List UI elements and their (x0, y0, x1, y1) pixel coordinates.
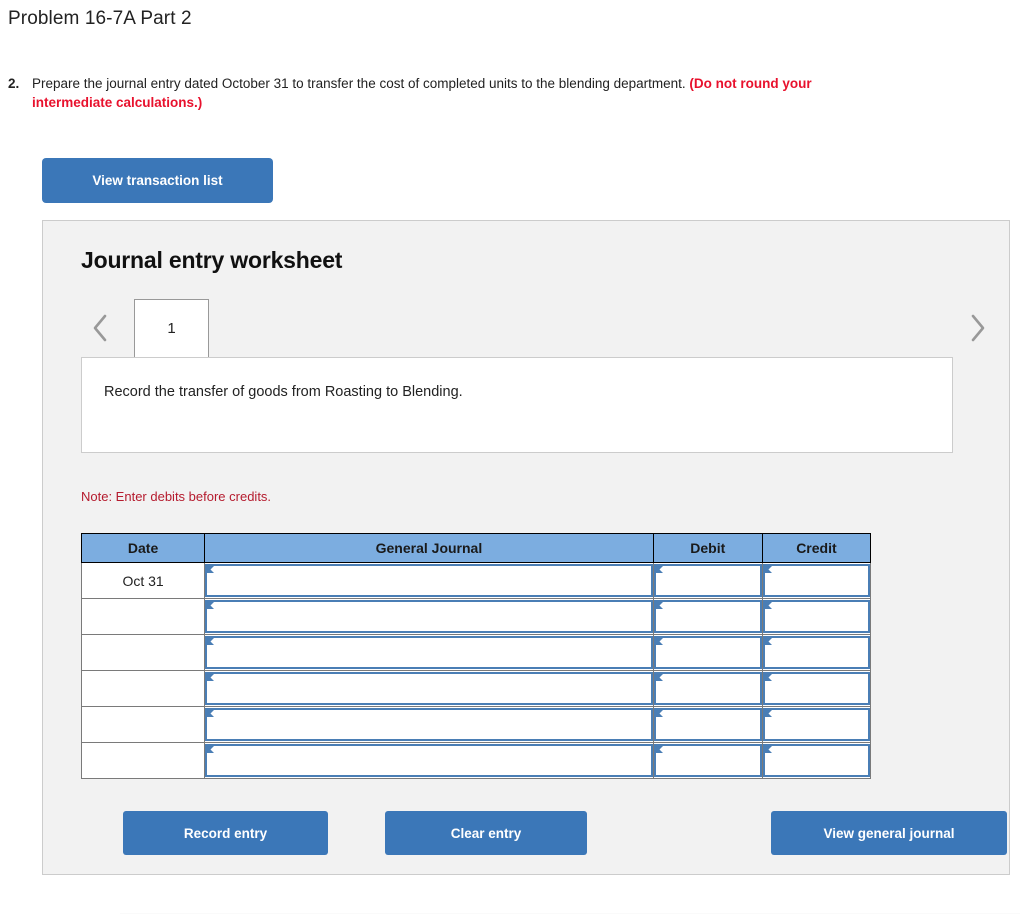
chevron-right-icon[interactable] (965, 309, 991, 347)
column-header-credit: Credit (761, 533, 872, 563)
question-body: Prepare the journal entry dated October … (32, 76, 690, 91)
column-header-debit: Debit (652, 533, 763, 563)
date-cell[interactable] (80, 670, 206, 707)
transaction-description-text: Record the transfer of goods from Roasti… (104, 384, 463, 400)
table-row (80, 706, 872, 743)
journal-entry-worksheet-panel: Journal entry worksheet 1 Record the tra… (42, 220, 1010, 875)
general-journal-input[interactable] (205, 600, 653, 633)
table-header-row: Date General Journal Debit Credit (80, 533, 872, 563)
question-block: 2. Prepare the journal entry dated Octob… (8, 74, 878, 112)
debit-cell[interactable] (652, 634, 763, 671)
table-row: Oct 31 (80, 562, 872, 599)
table-row (80, 670, 872, 707)
table-row (80, 598, 872, 635)
worksheet-tab-1[interactable]: 1 (134, 299, 209, 357)
debit-input[interactable] (653, 600, 762, 633)
general-journal-cell[interactable] (204, 670, 654, 707)
debit-cell[interactable] (652, 670, 763, 707)
general-journal-input[interactable] (205, 636, 653, 669)
table-row (80, 742, 872, 779)
date-cell[interactable] (80, 706, 206, 743)
credit-cell[interactable] (761, 670, 872, 707)
page-bottom-divider (120, 913, 1020, 914)
worksheet-tabstrip: 1 (81, 299, 985, 359)
table-row (80, 634, 872, 671)
debit-input[interactable] (653, 636, 762, 669)
record-entry-button[interactable]: Record entry (123, 811, 328, 855)
chevron-left-icon[interactable] (87, 309, 113, 347)
debit-input[interactable] (653, 708, 762, 741)
general-journal-cell[interactable] (204, 562, 654, 599)
date-cell[interactable] (80, 598, 206, 635)
credit-input[interactable] (762, 564, 870, 597)
column-header-general-journal: General Journal (204, 533, 654, 563)
debit-cell[interactable] (652, 742, 763, 779)
worksheet-heading: Journal entry worksheet (81, 247, 343, 273)
question-number: 2. (8, 76, 20, 91)
view-general-journal-button[interactable]: View general journal (771, 811, 1007, 855)
credit-input[interactable] (762, 600, 870, 633)
worksheet-tab-label: 1 (167, 320, 176, 337)
debit-cell[interactable] (652, 706, 763, 743)
credit-cell[interactable] (761, 706, 872, 743)
general-journal-cell[interactable] (204, 598, 654, 635)
credit-cell[interactable] (761, 562, 872, 599)
table-body: Oct 31 (80, 562, 872, 779)
clear-entry-button[interactable]: Clear entry (385, 811, 587, 855)
general-journal-input[interactable] (205, 744, 653, 777)
credit-input[interactable] (762, 636, 870, 669)
column-header-date: Date (80, 533, 206, 563)
debit-cell[interactable] (652, 562, 763, 599)
date-cell[interactable] (80, 634, 206, 671)
credit-input[interactable] (762, 672, 870, 705)
general-journal-input[interactable] (205, 564, 653, 597)
credit-cell[interactable] (761, 742, 872, 779)
journal-entry-table: Date General Journal Debit Credit Oct 31 (80, 533, 872, 779)
general-journal-cell[interactable] (204, 634, 654, 671)
credit-cell[interactable] (761, 598, 872, 635)
date-cell[interactable] (80, 742, 206, 779)
page-title: Problem 16-7A Part 2 (8, 8, 192, 29)
credit-input[interactable] (762, 744, 870, 777)
general-journal-cell[interactable] (204, 742, 654, 779)
date-cell: Oct 31 (80, 562, 206, 599)
transaction-description-box: Record the transfer of goods from Roasti… (81, 357, 953, 453)
debits-before-credits-note: Note: Enter debits before credits. (81, 489, 272, 504)
debit-input[interactable] (653, 744, 762, 777)
general-journal-cell[interactable] (204, 706, 654, 743)
general-journal-input[interactable] (205, 672, 653, 705)
view-transaction-list-button[interactable]: View transaction list (42, 158, 273, 203)
general-journal-input[interactable] (205, 708, 653, 741)
credit-input[interactable] (762, 708, 870, 741)
debit-input[interactable] (653, 564, 762, 597)
debit-input[interactable] (653, 672, 762, 705)
debit-cell[interactable] (652, 598, 763, 635)
question-text: Prepare the journal entry dated October … (32, 74, 878, 112)
credit-cell[interactable] (761, 634, 872, 671)
